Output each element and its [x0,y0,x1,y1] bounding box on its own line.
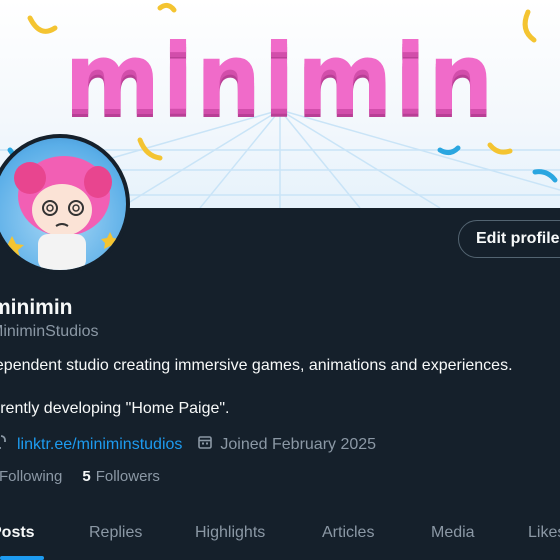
profile-meta: linktr.ee/miniminstudios Joined February… [0,433,376,456]
tab-posts[interactable]: Posts [0,506,35,560]
following-link[interactable]: Following [0,468,62,485]
banner-logo-text: minimin [64,24,496,131]
followers-count[interactable]: 5 [82,468,90,485]
profile-link[interactable]: linktr.ee/miniminstudios [17,436,182,454]
user-handle: MiniminStudios [0,323,99,340]
followers-link[interactable]: Followers [96,468,160,485]
edit-profile-button[interactable]: Edit profile [458,220,560,258]
calendar-icon [197,434,213,455]
bio-line-2: urrently developing "Home Paige". [0,400,230,417]
tab-articles[interactable]: Articles [322,506,374,560]
tab-highlights-label: Highlights [195,524,266,541]
tab-articles-label: Articles [322,524,375,541]
bio-line-1: dependent studio creating immersive game… [0,357,513,374]
tab-media[interactable]: Media [431,506,475,560]
display-name: minimin [0,296,73,319]
profile-tabs: Posts Replies Highlights Articles Media … [0,506,560,560]
tab-highlights[interactable]: Highlights [195,506,265,560]
follow-counts: Following 5 Followers [0,468,160,485]
tab-likes-label: Likes [528,524,560,541]
active-tab-indicator [0,556,44,560]
tab-replies[interactable]: Replies [89,506,142,560]
tab-posts-label: Posts [0,524,35,541]
tab-media-label: Media [431,524,475,541]
tab-replies-label: Replies [89,524,143,541]
joined-date: Joined February 2025 [220,435,377,453]
link-icon [0,433,8,456]
avatar-character-illustration [0,156,119,270]
tab-likes[interactable]: Likes [528,506,560,560]
avatar[interactable] [0,134,130,274]
